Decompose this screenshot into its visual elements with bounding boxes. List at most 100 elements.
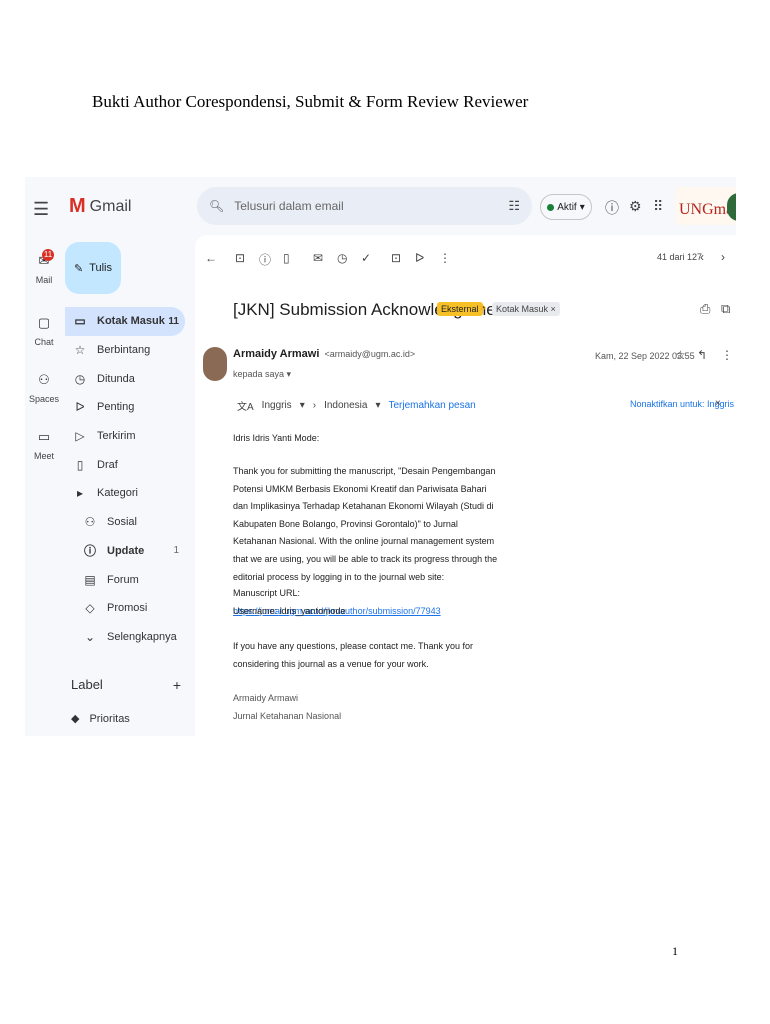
message-paragraph-2: If you have any questions, please contac… [233, 641, 473, 669]
search-input[interactable]: Telusuri dalam email [234, 199, 343, 213]
status-dropdown[interactable]: Aktif ▾ [540, 194, 592, 220]
archive-icon[interactable]: ⊡ [235, 251, 245, 265]
gmail-logo[interactable]: M Gmail [69, 195, 131, 218]
chevron-left-icon[interactable]: ‹ [700, 250, 704, 264]
gmail-m-icon: M [69, 195, 86, 217]
back-icon[interactable]: ← [205, 251, 217, 265]
pencil-icon: ✎ [73, 262, 84, 275]
important-icon: ᐅ [75, 400, 85, 415]
mark-unread-icon[interactable]: ✉ [313, 251, 323, 265]
labels-heading: Label [71, 677, 103, 692]
chevron-down-icon: ▾ [375, 400, 381, 411]
document-title: Bukti Author Corespondensi, Submit & For… [92, 92, 529, 111]
recipient-toggle[interactable]: kepada saya ▾ [233, 369, 291, 380]
send-icon: ▷ [75, 429, 85, 444]
rail-spaces[interactable]: ⚇ Spaces [25, 372, 63, 404]
search-icon[interactable]: 🔍︎ [209, 199, 224, 213]
move-to-icon[interactable]: ⊡ [391, 251, 401, 265]
arrow-right-icon: › [312, 400, 317, 411]
nav-item-berbintang[interactable]: ☆ Berbintang [65, 336, 185, 365]
sender-line: Armaidy Armawi <armaidy@ugm.ac.id> [233, 348, 415, 360]
nav-item-kotak-masuk[interactable]: ▭ Kotak Masuk 11 [65, 307, 185, 336]
translate-message-link[interactable]: Terjemahkan pesan [388, 400, 475, 411]
add-label-icon[interactable]: + [173, 677, 181, 693]
category-icon: ▸ [76, 486, 84, 501]
inbox-label-chip[interactable]: Kotak Masuk × [492, 302, 560, 316]
compose-button[interactable]: ✎ Tulis [65, 242, 121, 294]
page-number: 1 [672, 944, 678, 958]
translate-to[interactable]: Indonesia [324, 400, 367, 411]
label-icon[interactable]: ᐅ [415, 251, 424, 265]
chevron-down-icon: ⌄ [84, 629, 96, 644]
signature-journal: Jurnal Ketahanan Nasional [233, 711, 342, 721]
chat-icon: ▢ [37, 315, 51, 330]
search-bar[interactable]: 🔍︎ Telusuri dalam email ☷ [197, 187, 532, 225]
nav-item-label: Terkirim [97, 430, 136, 443]
menu-icon[interactable]: ☰ [33, 199, 49, 220]
status-dot-icon [547, 203, 555, 211]
nav-item-ditunda[interactable]: ◷ Ditunda [65, 364, 185, 393]
rail-meet[interactable]: ▭ Meet [25, 429, 63, 461]
nav-item-forum[interactable]: ▤ Forum [65, 565, 185, 594]
rail-chat-label: Chat [34, 337, 54, 347]
nav-item-label: Penting [97, 401, 135, 414]
gear-icon[interactable]: ⚙ [629, 198, 642, 215]
help-icon[interactable]: ⓘ [605, 198, 619, 218]
open-new-window-icon[interactable]: ⧉ [721, 301, 730, 317]
gmail-screenshot: ☰ ✉ Mail 11 ▢ Chat ⚇ Spaces ▭ Meet M Gma… [25, 177, 736, 736]
nav-item-kategori[interactable]: ▸ Kategori [65, 479, 185, 508]
delete-icon[interactable]: ▯ [283, 251, 290, 265]
nav-item-penting[interactable]: ᐅ Penting [65, 393, 185, 422]
nav-item-label: Kotak Masuk [97, 315, 165, 328]
gmail-logo-text: Gmail [89, 197, 132, 215]
message-greeting: Idris Idris Yanti Mode: [233, 433, 320, 443]
nav-item-draf[interactable]: ▯ Draf [65, 450, 185, 479]
nav-item-label: Ditunda [97, 372, 135, 385]
translate-bar: 文A Inggris ▾ › Indonesia ▾ Terjemahkan p… [237, 398, 476, 413]
nav-item-update[interactable]: ⓘ Update 1 [65, 537, 185, 566]
star-icon[interactable]: ☆ [675, 348, 686, 362]
chevron-down-icon: ▾ [299, 400, 305, 411]
label-item-prioritas[interactable]: ◆ Prioritas [71, 712, 130, 726]
nav-item-promosi[interactable]: ◇ Promosi [65, 594, 185, 623]
print-icon[interactable]: ⎙ [700, 301, 710, 317]
nav-item-label: Berbintang [97, 344, 151, 357]
add-task-icon[interactable]: ✓ [361, 251, 371, 265]
star-icon: ☆ [74, 343, 86, 358]
nav-item-sosial[interactable]: ⚇ Sosial [65, 508, 185, 537]
filter-icon[interactable]: ☷ [508, 198, 520, 214]
nav-item-label: Selengkapnya [107, 630, 177, 643]
forum-icon: ▤ [84, 572, 96, 587]
more-vert-icon[interactable]: ⋮ [721, 348, 733, 362]
snooze-icon[interactable]: ◷ [337, 251, 347, 265]
sender-name: Armaidy Armawi [233, 348, 320, 360]
rail-mail-label: Mail [35, 275, 53, 285]
translate-from[interactable]: Inggris [262, 400, 292, 411]
nav-item-selengkapnya[interactable]: ⌄ Selengkapnya [65, 623, 185, 652]
nav-item-label: Update [107, 544, 145, 557]
label-tag-icon: ◆ [71, 713, 80, 725]
nav-item-label: Sosial [107, 516, 137, 529]
sender-email: <armaidy@ugm.ac.id> [324, 349, 416, 359]
apps-grid-icon[interactable]: ⠿ [653, 198, 663, 215]
nav-item-label: Promosi [107, 602, 148, 615]
external-badge: Eksternal [437, 302, 483, 316]
important-marker-icon[interactable]: » [480, 302, 486, 314]
close-icon[interactable]: × [715, 398, 721, 409]
rail-meet-label: Meet [33, 451, 54, 461]
username-line: Username: idris_yantomode [233, 606, 346, 616]
chevron-down-icon: ▾ [579, 201, 585, 213]
reply-icon[interactable]: ↰ [697, 348, 707, 362]
rail-chat[interactable]: ▢ Chat [25, 315, 63, 347]
more-vert-icon[interactable]: ⋮ [439, 251, 451, 265]
report-spam-icon[interactable]: ⓘ [259, 251, 271, 268]
message-paragraph-1: Thank you for submitting the manuscript,… [233, 466, 498, 582]
manuscript-url-label: Manuscript URL: [233, 588, 301, 598]
chevron-right-icon[interactable]: › [721, 250, 725, 264]
nav-item-label: Kategori [97, 487, 138, 500]
nav-item-terkirim[interactable]: ▷ Terkirim [65, 422, 185, 451]
social-icon: ⚇ [84, 515, 96, 530]
message-panel: ← ⊡ ⓘ ▯ ✉ ◷ ✓ ⊡ ᐅ ⋮ 41 dari 127 ‹ › [JKN… [195, 235, 736, 736]
rail-spaces-label: Spaces [28, 394, 60, 404]
org-brand: UNGmail [675, 187, 736, 225]
